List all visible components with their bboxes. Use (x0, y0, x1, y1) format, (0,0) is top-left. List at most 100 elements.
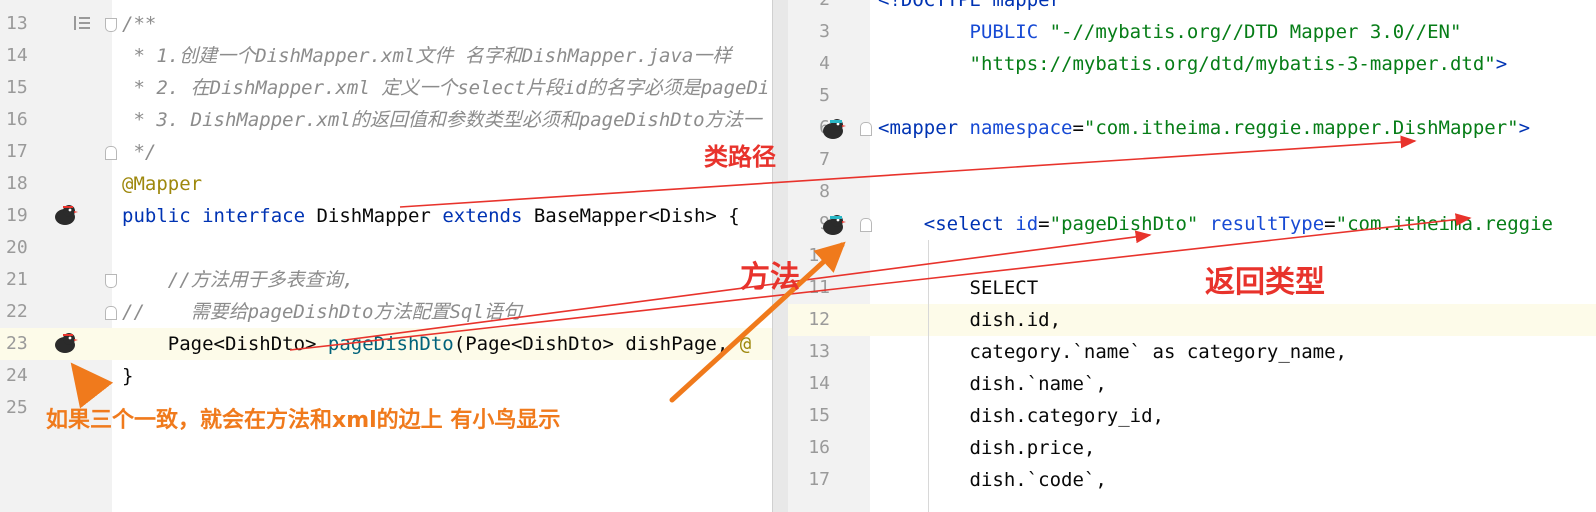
code-token: resultType (1209, 213, 1325, 235)
line-number: 7 (819, 149, 830, 170)
code-line[interactable]: 16 * 3. DishMapper.xml的返回值和参数类型必须和pageDi… (0, 104, 786, 136)
right-editor-pane[interactable]: 2 <!DOCTYPE mapper 3 PUBLIC "-//mybatis.or… (788, 0, 1596, 512)
code-token: "pageDishDto" (1049, 213, 1210, 235)
code-line[interactable]: 14 * 1.创建一个DishMapper.xml文件 名字和DishMappe… (0, 40, 786, 72)
code-text: /** (122, 8, 156, 40)
line-number: 19 (6, 205, 28, 226)
code-text: <select id="pageDishDto" resultType="com… (878, 208, 1553, 240)
code-line[interactable]: 13 /** (0, 8, 786, 40)
code-line[interactable]: 5 (788, 80, 1596, 112)
code-text: */ (122, 136, 156, 168)
fold-marker-icon[interactable] (860, 122, 872, 136)
code-line[interactable]: 13 category.`name` as category_name, (788, 336, 1596, 368)
code-token: = (1038, 213, 1050, 235)
fold-marker-icon[interactable] (860, 218, 872, 232)
indent-guide (928, 240, 929, 512)
line-number: 16 (6, 109, 28, 130)
line-number: 8 (819, 181, 830, 202)
line-number: 13 (808, 341, 830, 362)
fold-marker-icon[interactable] (105, 18, 117, 32)
code-text: dish.category_id, (878, 400, 1164, 432)
code-token: = (1324, 213, 1336, 235)
code-token: //方法用于多表查询, (122, 269, 355, 291)
code-token: Page<DishDto> (122, 333, 328, 355)
mybatis-bird-icon[interactable] (820, 116, 846, 142)
mybatis-bird-icon[interactable] (820, 212, 846, 238)
code-line[interactable]: 15 dish.category_id, (788, 400, 1596, 432)
code-text: <!DOCTYPE mapper (878, 0, 1061, 16)
code-token: category.`name` as category_name, (878, 341, 1348, 363)
code-token: public interface (122, 205, 317, 227)
code-token: "com.itheima.reggie (1335, 213, 1553, 235)
code-line[interactable]: 24} (0, 360, 786, 392)
code-line[interactable]: 6<mapper namespace="com.itheima.reggie.m… (788, 112, 1596, 144)
line-number: 22 (6, 301, 28, 322)
code-line[interactable]: 3 PUBLIC "-//mybatis.org//DTD Mapper 3.0… (788, 16, 1596, 48)
code-line[interactable]: 10 (788, 240, 1596, 272)
code-text: dish.price, (878, 432, 1096, 464)
code-line[interactable]: 12 dish.id, (788, 304, 1596, 336)
annotation-method: 方法 (740, 260, 800, 295)
code-token: "com.itheima.reggie.mapper.DishMapper" (1083, 117, 1519, 139)
code-text: "https://mybatis.org/dtd/mybatis-3-mappe… (878, 48, 1508, 80)
code-line[interactable]: 2 <!DOCTYPE mapper (788, 0, 1596, 16)
mybatis-bird-icon[interactable] (52, 202, 78, 228)
fold-marker-icon[interactable] (105, 274, 117, 288)
code-token: * 2. 在DishMapper.xml 定义一个select片段id的名字必须… (122, 77, 770, 99)
line-number: 25 (6, 397, 28, 418)
line-number: 24 (6, 365, 28, 386)
code-text: * 2. 在DishMapper.xml 定义一个select片段id的名字必须… (122, 72, 769, 104)
line-number: 18 (6, 173, 28, 194)
code-line[interactable]: 4 "https://mybatis.org/dtd/mybatis-3-map… (788, 48, 1596, 80)
fold-marker-icon[interactable] (105, 306, 117, 320)
code-line[interactable]: 17 */ (0, 136, 786, 168)
line-number: 2 (794, 0, 830, 16)
line-number: 15 (6, 77, 28, 98)
code-token: * 1.创建一个DishMapper.xml文件 名字和DishMapper.j… (122, 45, 732, 67)
code-text: * 3. DishMapper.xml的返回值和参数类型必须和pageDishD… (122, 104, 761, 136)
code-line[interactable]: 21 //方法用于多表查询, (0, 264, 786, 296)
code-token: BaseMapper<Dish> { (533, 205, 740, 227)
annotation-return-type: 返回类型 (1205, 265, 1325, 300)
code-text: public interface DishMapper extends Base… (122, 200, 740, 232)
code-line[interactable]: 15 * 2. 在DishMapper.xml 定义一个select片段id的名… (0, 72, 786, 104)
code-token: */ (122, 141, 157, 163)
code-line[interactable]: 18 @Mapper (0, 168, 786, 200)
code-text: SELECT (878, 272, 1039, 304)
line-number: 13 (6, 13, 28, 34)
code-line[interactable]: 11 SELECT (788, 272, 1596, 304)
code-text: } (122, 360, 133, 392)
code-token: <mapper (878, 117, 970, 139)
code-line[interactable]: 22 // 需要给pageDishDto方法配置Sql语句 (0, 296, 786, 328)
code-token: dish.category_id, (878, 405, 1164, 427)
code-line[interactable]: 17 dish.`code`, (788, 464, 1596, 496)
line-number: 14 (6, 45, 28, 66)
code-token: @Mapper (122, 173, 203, 195)
code-line[interactable]: 7 (788, 144, 1596, 176)
code-text: PUBLIC "-//mybatis.org//DTD Mapper 3.0//… (878, 16, 1462, 48)
code-line[interactable]: 9 <select id="pageDishDto" resultType="c… (788, 208, 1596, 240)
annotation-class-path: 类路径 (704, 143, 776, 171)
code-token: DishMapper (316, 205, 443, 227)
line-number: 20 (6, 237, 28, 258)
structure-icon[interactable] (72, 14, 92, 32)
fold-marker-icon[interactable] (105, 146, 117, 160)
code-token: dish.id, (878, 309, 1062, 331)
line-number: 14 (808, 373, 830, 394)
code-line[interactable]: 20 (0, 232, 786, 264)
code-token: "-//mybatis.org//DTD Mapper 3.0//EN" (1049, 21, 1462, 43)
line-number: 21 (6, 269, 28, 290)
left-editor-pane[interactable]: 13 /** 14 * 1.创建一个DishMapper.xml文件 名字和Dish… (0, 0, 786, 512)
mybatis-bird-icon[interactable] (52, 330, 78, 356)
code-line[interactable]: 19 public interface DishMapper extends Ba… (0, 200, 786, 232)
code-token: <!DOCTYPE mapper (878, 0, 1062, 11)
code-text: dish.`code`, (878, 464, 1107, 496)
code-line[interactable]: 23 Page<DishDto> pageDishDto(Page<DishDt… (0, 328, 786, 360)
annotation-bird-note: 如果三个一致，就会在方法和xml的边上 有小鸟显示 (46, 408, 561, 433)
code-line[interactable]: 16 dish.price, (788, 432, 1596, 464)
code-token: > (1495, 53, 1508, 75)
code-text: @Mapper (122, 168, 202, 200)
code-line[interactable]: 8 (788, 176, 1596, 208)
code-text: Page<DishDto> pageDishDto(Page<DishDto> … (122, 328, 751, 360)
code-line[interactable]: 14 dish.`name`, (788, 368, 1596, 400)
